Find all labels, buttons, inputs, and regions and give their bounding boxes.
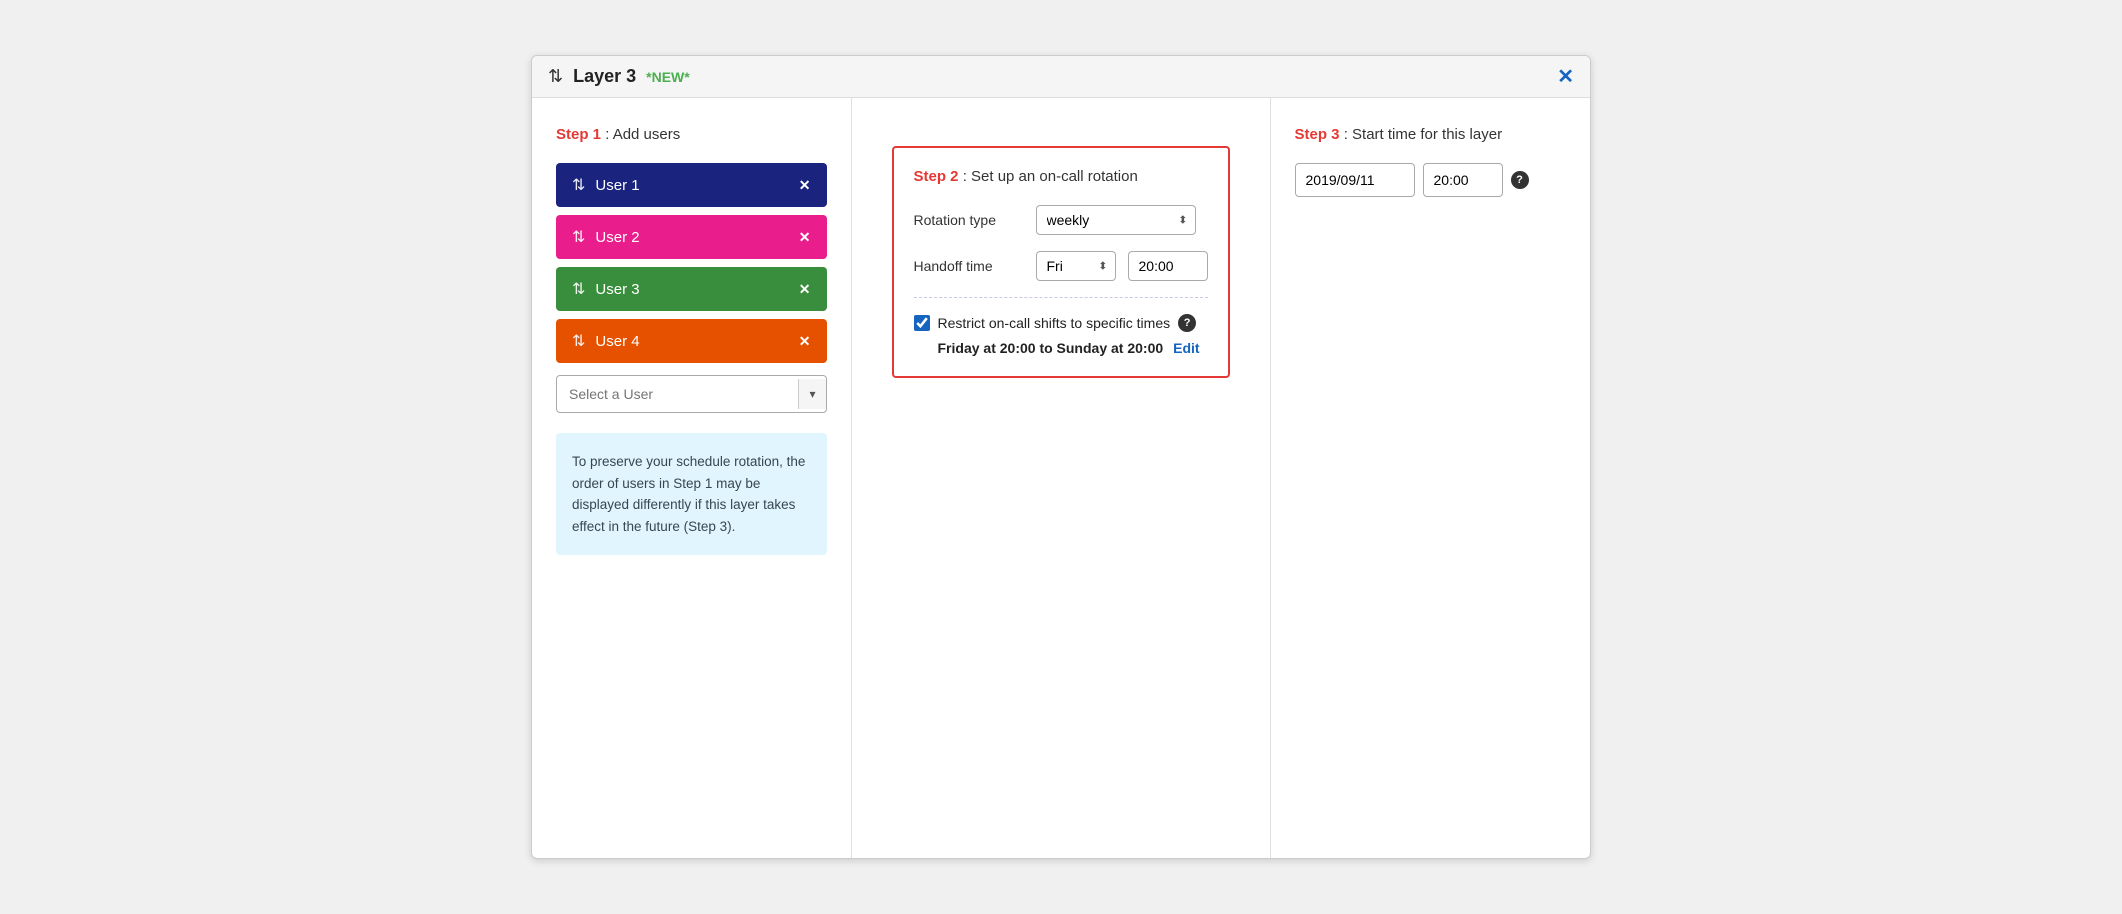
user-list: ⇅ User 1 ✕ ⇅ User 2 ✕ ⇅ [556,163,827,363]
select-user-input[interactable] [557,376,798,412]
close-button[interactable]: ✕ [1557,67,1574,87]
remove-user-4-button[interactable]: ✕ [799,333,811,350]
date-time-row: ? [1295,163,1567,197]
user-name: User 1 [595,177,639,194]
main-window: ⇅ Layer 3 *NEW* ✕ Step 1 : Add users ⇅ U… [531,55,1591,859]
edit-link[interactable]: Edit [1173,340,1199,356]
handoff-time-row: Handoff time Fri Sun Mon Tue Wed Thu Sat [914,251,1208,281]
title-bar-left: ⇅ Layer 3 *NEW* [548,66,690,87]
step1-title: : Add users [605,126,680,143]
user-item[interactable]: ⇅ User 1 ✕ [556,163,827,207]
restrict-time-row: Friday at 20:00 to Sunday at 20:00 Edit [914,340,1208,356]
new-badge: *NEW* [646,69,690,85]
user-item-left: ⇅ User 1 [572,175,640,195]
section-divider [914,297,1208,298]
rotation-type-select[interactable]: weekly daily custom [1036,205,1196,235]
user-item-left: ⇅ User 3 [572,279,640,299]
drag-handle-icon: ⇅ [572,331,585,351]
user-name: User 4 [595,333,639,350]
time-input[interactable] [1423,163,1503,197]
rotation-type-select-wrapper: weekly daily custom [1036,205,1196,235]
remove-user-3-button[interactable]: ✕ [799,281,811,298]
user-item[interactable]: ⇅ User 2 ✕ [556,215,827,259]
step3-label: Step 3 [1295,126,1340,143]
handoff-time-label: Handoff time [914,258,1024,274]
restrict-checkbox[interactable] [914,315,930,331]
user-item[interactable]: ⇅ User 4 ✕ [556,319,827,363]
drag-handle-icon: ⇅ [572,227,585,247]
window-title: Layer 3 [573,66,636,87]
restrict-row: Restrict on-call shifts to specific time… [914,314,1208,332]
dropdown-arrow-icon[interactable]: ▾ [798,379,825,409]
step3-title: : Start time for this layer [1344,126,1502,143]
step1-panel: Step 1 : Add users ⇅ User 1 ✕ ⇅ User 2 [532,98,852,858]
content-area: Step 1 : Add users ⇅ User 1 ✕ ⇅ User 2 [532,98,1590,858]
sort-icon: ⇅ [548,66,563,87]
handoff-day-select[interactable]: Fri Sun Mon Tue Wed Thu Sat [1036,251,1116,281]
step2-label: Step 2 [914,168,959,185]
step2-panel: Step 2 : Set up an on-call rotation Rota… [852,98,1271,858]
user-item-left: ⇅ User 2 [572,227,640,247]
step2-bordered-panel: Step 2 : Set up an on-call rotation Rota… [892,146,1230,378]
user-name: User 2 [595,229,639,246]
help-icon[interactable]: ? [1178,314,1196,332]
step1-label: Step 1 [556,126,601,143]
step3-panel: Step 3 : Start time for this layer ? [1271,98,1591,858]
drag-handle-icon: ⇅ [572,279,585,299]
step3-header: Step 3 : Start time for this layer [1295,126,1567,143]
user-item[interactable]: ⇅ User 3 ✕ [556,267,827,311]
info-box-text: To preserve your schedule rotation, the … [572,451,811,537]
user-item-left: ⇅ User 4 [572,331,640,351]
drag-handle-icon: ⇅ [572,175,585,195]
rotation-type-row: Rotation type weekly daily custom [914,205,1208,235]
step2-title: : Set up an on-call rotation [963,168,1138,185]
step1-header: Step 1 : Add users [556,126,827,143]
rotation-type-label: Rotation type [914,212,1024,228]
title-bar: ⇅ Layer 3 *NEW* ✕ [532,56,1590,98]
remove-user-1-button[interactable]: ✕ [799,177,811,194]
step2-header: Step 2 : Set up an on-call rotation [914,168,1208,185]
restrict-label: Restrict on-call shifts to specific time… [938,315,1171,331]
handoff-day-select-wrapper: Fri Sun Mon Tue Wed Thu Sat [1036,251,1116,281]
handoff-time-input[interactable] [1128,251,1208,281]
select-user-wrapper[interactable]: ▾ [556,375,827,413]
info-box: To preserve your schedule rotation, the … [556,433,827,555]
date-input[interactable] [1295,163,1415,197]
user-name: User 3 [595,281,639,298]
remove-user-2-button[interactable]: ✕ [799,229,811,246]
restrict-time-text: Friday at 20:00 to Sunday at 20:00 [938,340,1164,356]
step3-help-icon[interactable]: ? [1511,171,1529,189]
